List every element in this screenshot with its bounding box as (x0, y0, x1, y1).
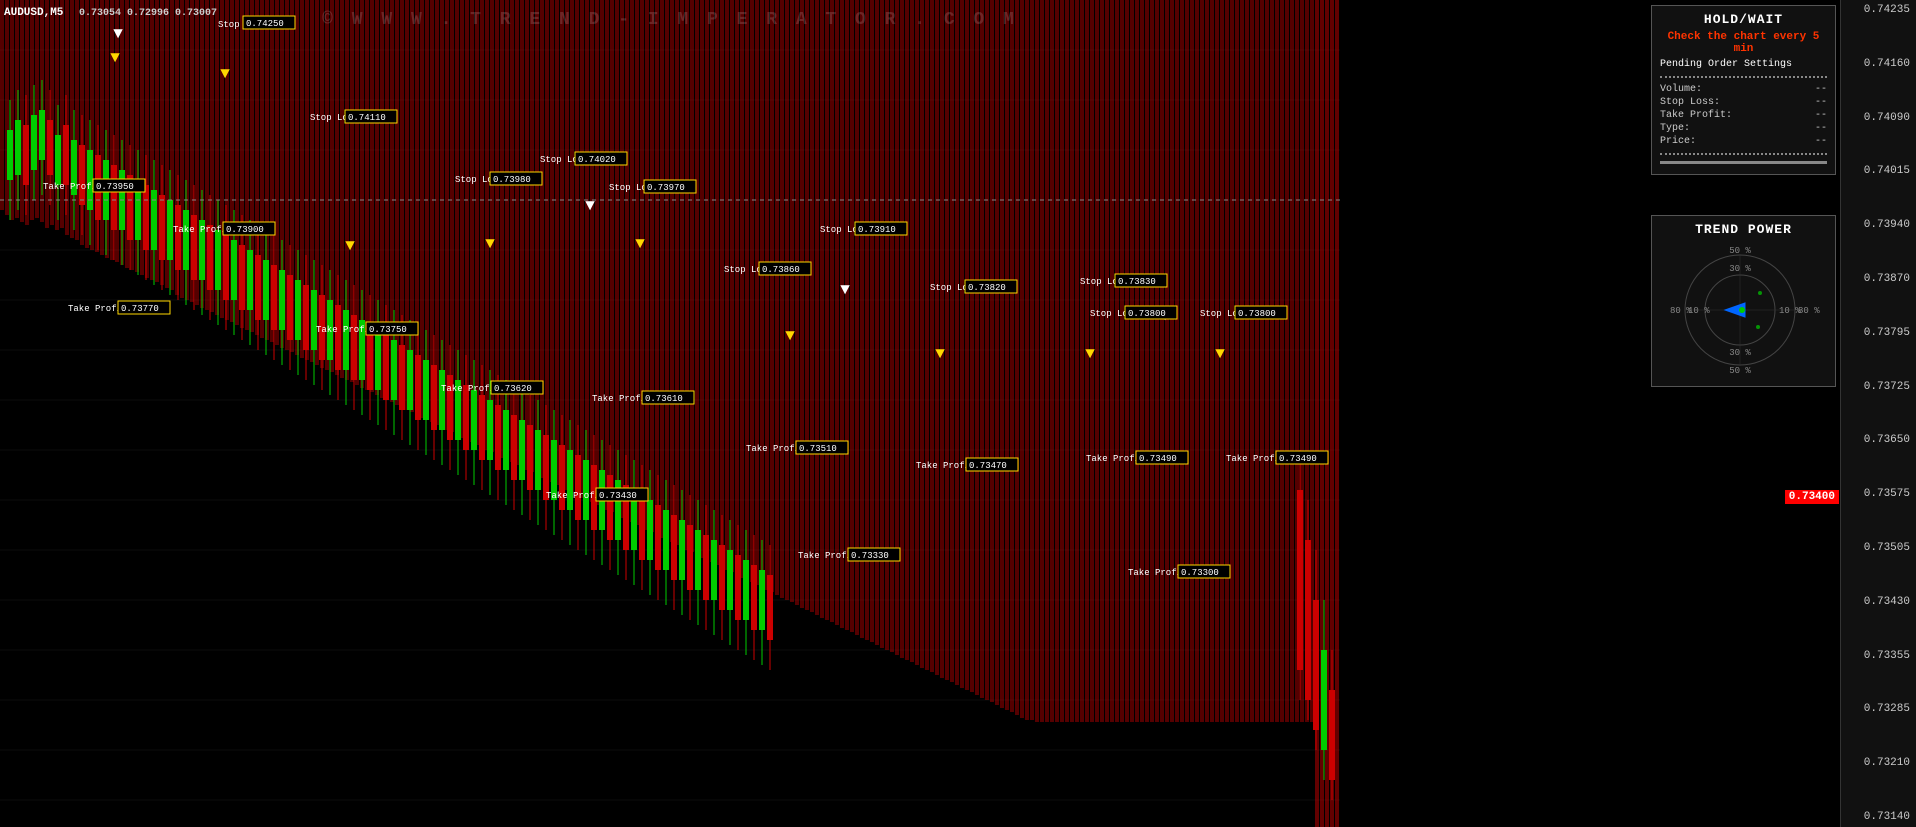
tp-value-13: 0.73300 (1181, 568, 1219, 578)
tp-value-7: 0.73510 (799, 444, 837, 454)
tp-value-9: 0.73490 (1139, 454, 1177, 464)
type-row: Type: -- (1660, 123, 1827, 134)
tp-value-10: 0.73490 (1279, 454, 1317, 464)
price-13: 0.73355 (1843, 650, 1914, 662)
buy-signal-arrow-3: ▼ (840, 281, 850, 299)
svg-text:10 %: 10 % (1779, 306, 1801, 316)
price-10: 0.73575 (1843, 488, 1914, 500)
buy-signal-arrow-1: ▼ (113, 25, 123, 43)
current-price-tag: 0.73400 (1785, 490, 1839, 504)
price-12: 0.73430 (1843, 596, 1914, 608)
tp-value-12: 0.73330 (851, 551, 889, 561)
panel-divider-2 (1660, 153, 1827, 155)
sl-value-3: 0.74020 (578, 155, 616, 165)
price-2: 0.74160 (1843, 58, 1914, 70)
sell-signal-arrow-8: ▼ (1085, 345, 1095, 363)
price-row-value: -- (1815, 136, 1827, 147)
price-11: 0.73505 (1843, 542, 1914, 554)
hold-wait-panel: HOLD/WAIT Check the chart every 5 min Pe… (1651, 5, 1836, 175)
price-row: Price: -- (1660, 136, 1827, 147)
sl-value-2: 0.74110 (348, 113, 386, 123)
trend-power-title: TREND POWER (1660, 222, 1827, 237)
price-axis: 0.74235 0.74160 0.74090 0.74015 0.73940 … (1840, 0, 1916, 827)
take-profit-row: Take Profit: -- (1660, 110, 1827, 121)
sell-signal-arrow-1: ▼ (110, 49, 120, 67)
sl-value-6: 0.73910 (858, 225, 896, 235)
sl-value-7: 0.73860 (762, 265, 800, 275)
sl-value-9: 0.73830 (1118, 277, 1156, 287)
ohlc-label: 0.73054 0.72996 0.73007 (79, 8, 217, 19)
price-5: 0.73940 (1843, 219, 1914, 231)
price-row-label: Price: (1660, 136, 1696, 147)
price-14: 0.73285 (1843, 703, 1914, 715)
volume-row: Volume: -- (1660, 84, 1827, 95)
panel-divider (1660, 76, 1827, 78)
tp-value-1: 0.73950 (96, 182, 134, 192)
price-4: 0.74015 (1843, 165, 1914, 177)
price-3: 0.74090 (1843, 112, 1914, 124)
tp-value-5: 0.73620 (494, 384, 532, 394)
alert-text: Check the chart every 5 min (1660, 31, 1827, 55)
tp-value-11: 0.73430 (599, 491, 637, 501)
type-value: -- (1815, 123, 1827, 134)
price-15: 0.73210 (1843, 757, 1914, 769)
price-1: 0.74235 (1843, 4, 1914, 16)
svg-text:30 %: 30 % (1729, 264, 1751, 274)
volume-value: -- (1815, 84, 1827, 95)
sell-signal-arrow-9: ▼ (1215, 345, 1225, 363)
take-profit-value: -- (1815, 110, 1827, 121)
hold-wait-title: HOLD/WAIT (1660, 12, 1827, 27)
sl-value-1: 0.74250 (246, 19, 284, 29)
chart-svg: ▼ ▼ ▼ ▼ ▼ ▼ ▼ ▼ ▼ ▼ ▼ ▼ ▼ ▼ Stop Loss 0.… (0, 0, 1340, 827)
sl-value-8: 0.73820 (968, 283, 1006, 293)
svg-text:50 %: 50 % (1729, 246, 1751, 256)
sell-signal-arrow-3: ▼ (345, 237, 355, 255)
sell-signal-arrow-4: ▼ (485, 235, 495, 253)
take-profit-label: Take Profit: (1660, 110, 1732, 121)
price-9: 0.73650 (1843, 434, 1914, 446)
chart-area: © W W W . T R E N D - I M P E R A T O R … (0, 0, 1340, 827)
svg-text:30 %: 30 % (1729, 348, 1751, 358)
sell-signal-arrow-6: ▼ (785, 327, 795, 345)
stop-loss-value: -- (1815, 97, 1827, 108)
tp-value-8: 0.73470 (969, 461, 1007, 471)
price-6: 0.73870 (1843, 273, 1914, 285)
pending-order-title: Pending Order Settings (1660, 59, 1827, 70)
sell-signal-arrow-5: ▼ (635, 235, 645, 253)
sell-signal-arrow-2: ▼ (220, 65, 230, 83)
svg-text:80 %: 80 % (1798, 306, 1820, 316)
svg-text:10 %: 10 % (1688, 306, 1710, 316)
trend-compass: 50 % 80 % 50 % 80 % 30 % 10 % 30 % 10 % (1660, 245, 1820, 375)
type-label: Type: (1660, 123, 1690, 134)
tp-value-4: 0.73750 (369, 325, 407, 335)
tp-value-3: 0.73770 (121, 304, 159, 314)
watermark: © W W W . T R E N D - I M P E R A T O R … (322, 10, 1018, 30)
volume-label: Volume: (1660, 84, 1702, 95)
sl-value-4: 0.73980 (493, 175, 531, 185)
stop-loss-row: Stop Loss: -- (1660, 97, 1827, 108)
sell-signal-arrow-7: ▼ (935, 345, 945, 363)
price-8: 0.73725 (1843, 381, 1914, 393)
svg-text:50 %: 50 % (1729, 366, 1751, 375)
trend-power-panel: TREND POWER 50 % 80 % 50 % 80 % 30 % 10 … (1651, 215, 1836, 387)
symbol-label: AUDUSD,M5 (4, 7, 63, 19)
sl-value-10: 0.73800 (1128, 309, 1166, 319)
chart-header: AUDUSD,M5 0.73054 0.72996 0.73007 (4, 2, 217, 20)
sl-value-11: 0.73800 (1238, 309, 1276, 319)
sl-value-5: 0.73970 (647, 183, 685, 193)
price-16: 0.73140 (1843, 811, 1914, 823)
price-7: 0.73795 (1843, 327, 1914, 339)
tp-value-2: 0.73900 (226, 225, 264, 235)
stop-loss-label: Stop Loss: (1660, 97, 1720, 108)
tp-value-6: 0.73610 (645, 394, 683, 404)
